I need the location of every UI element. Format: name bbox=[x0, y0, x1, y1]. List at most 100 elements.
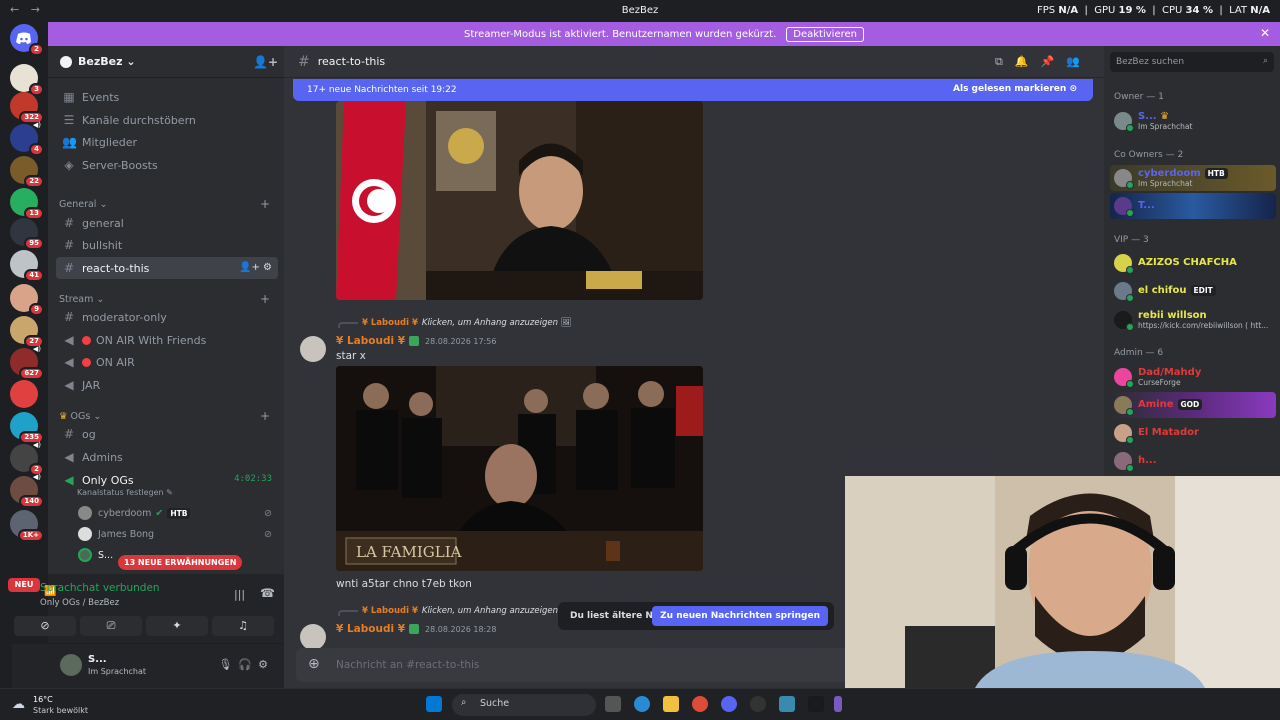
member-item[interactable]: El Matador bbox=[1110, 420, 1276, 446]
category-stream[interactable]: Stream ⌄ + bbox=[56, 291, 278, 307]
channel-moderator-only[interactable]: # moderator-only bbox=[56, 306, 278, 328]
channel-on-air[interactable]: ◀ ON AIR bbox=[56, 351, 278, 373]
search-input[interactable]: BezBez suchen ⌕ bbox=[1110, 52, 1274, 72]
channel-general[interactable]: # general bbox=[56, 212, 278, 234]
edge-icon[interactable] bbox=[634, 696, 650, 712]
app-icon[interactable] bbox=[834, 696, 842, 712]
server-icon[interactable]: 322 bbox=[10, 92, 44, 124]
task-view-icon[interactable] bbox=[605, 696, 621, 712]
server-icon[interactable]: ◀) 4 bbox=[10, 121, 44, 156]
server-icon[interactable]: 9 bbox=[10, 284, 44, 316]
member-item[interactable]: h... bbox=[1110, 448, 1276, 474]
message-author[interactable]: ¥ Laboudi ¥ 28.08.2026 18:28 bbox=[336, 623, 496, 635]
avatar[interactable] bbox=[60, 654, 82, 676]
server-icon[interactable]: 95 bbox=[10, 218, 44, 250]
close-icon[interactable]: ✕ bbox=[1260, 26, 1270, 40]
attachment-image[interactable] bbox=[336, 101, 703, 300]
noise-suppression-icon[interactable]: ||| bbox=[234, 588, 245, 601]
headset-icon[interactable]: 🎧 bbox=[238, 658, 258, 671]
new-mentions-pill[interactable]: 13 NEUE ERWÄHNUNGEN bbox=[118, 555, 243, 570]
server-icon[interactable]: 27 bbox=[10, 316, 44, 348]
webcam-overlay bbox=[845, 476, 1280, 688]
voice-user[interactable]: James Bong ⊘ bbox=[78, 524, 272, 544]
server-icon[interactable]: 1K+ bbox=[10, 510, 44, 542]
invite-icon[interactable]: 👤+ bbox=[253, 55, 278, 69]
discord-taskbar-icon[interactable] bbox=[721, 696, 737, 712]
channel-react-to-this[interactable]: # react-to-this 👤+ ⚙ bbox=[56, 257, 278, 279]
member-item[interactable]: T... bbox=[1110, 193, 1276, 219]
mic-icon[interactable]: 🎙 bbox=[218, 658, 238, 671]
guild-header[interactable]: BezBez ⌄ 👤+ bbox=[48, 46, 284, 78]
new-unreads-pill[interactable]: NEU bbox=[8, 578, 40, 592]
discord-home-icon[interactable]: 2 bbox=[10, 24, 44, 56]
channel-status[interactable]: Kanalstatus festlegen ✎ bbox=[77, 488, 173, 497]
channel-jar[interactable]: ◀ JAR bbox=[56, 374, 278, 396]
add-channel-icon[interactable]: + bbox=[260, 409, 270, 423]
threads-icon[interactable]: ⧉ bbox=[995, 55, 1015, 68]
camera-off-button[interactable]: ⊘ bbox=[14, 616, 76, 636]
weather-widget[interactable]: 16°C Stark bewölkt bbox=[33, 694, 88, 716]
category-ogs[interactable]: ♛ OGs ⌄ + bbox=[56, 408, 278, 424]
taskbar: ☁ 16°C Stark bewölkt ⌕ Suche bbox=[0, 688, 1280, 720]
channel-bullshit[interactable]: # bullshit bbox=[56, 234, 278, 256]
app-icon[interactable] bbox=[808, 696, 824, 712]
mark-as-read-button[interactable]: Als gelesen markieren ⊙ bbox=[953, 84, 1077, 94]
member-item[interactable]: Amine GOD bbox=[1110, 392, 1276, 418]
app-icon[interactable] bbox=[779, 696, 795, 712]
server-icon[interactable]: ◀) 140 bbox=[10, 473, 44, 508]
message-author[interactable]: ¥ Laboudi ¥ 28.08.2026 17:56 bbox=[336, 335, 496, 347]
reply-preview[interactable]: ¥ Laboudi ¥ Klicken, um Anhang anzuzeigen… bbox=[338, 318, 571, 328]
chrome-icon[interactable] bbox=[692, 696, 708, 712]
voice-user[interactable]: S... bbox=[78, 545, 113, 565]
server-icon[interactable]: 235 bbox=[10, 412, 44, 444]
file-explorer-icon[interactable] bbox=[663, 696, 679, 712]
voice-user[interactable]: cyberdoom ✔ HTB ⊘ bbox=[78, 503, 272, 523]
gear-icon[interactable]: ⚙ bbox=[258, 658, 274, 671]
windows-start-icon[interactable] bbox=[426, 696, 442, 712]
avatar[interactable] bbox=[300, 336, 326, 362]
nav-server-boosts[interactable]: ◈ Server-Boosts bbox=[56, 154, 278, 176]
channel-admins[interactable]: ◀ Admins bbox=[56, 446, 278, 468]
reply-preview[interactable]: ¥ Laboudi ¥ Klicken, um Anhang anzuzeigen… bbox=[338, 606, 571, 616]
add-channel-icon[interactable]: + bbox=[260, 197, 270, 211]
screen-share-button[interactable]: ⎚ bbox=[80, 616, 142, 636]
pin-icon[interactable]: 📌 bbox=[1041, 55, 1067, 68]
nav-browse-channels[interactable]: ☰ Kanäle durchstöbern bbox=[56, 109, 278, 131]
taskbar-search[interactable]: ⌕ Suche bbox=[452, 694, 596, 716]
plus-icon[interactable]: ⊕ bbox=[308, 656, 320, 672]
category-general[interactable]: General ⌄ + bbox=[56, 196, 278, 212]
obs-icon[interactable] bbox=[750, 696, 766, 712]
server-icon[interactable]: 41 bbox=[10, 250, 44, 282]
deactivate-button[interactable]: Deaktivieren bbox=[786, 26, 864, 42]
member-item[interactable]: S... ♛ Im Sprachchat bbox=[1110, 108, 1276, 134]
nav-events[interactable]: ▦ Events bbox=[56, 86, 278, 108]
server-icon[interactable]: ◀) 2 bbox=[10, 441, 44, 476]
channel-on-air-friends[interactable]: ◀ ON AIR With Friends bbox=[56, 329, 278, 351]
member-item[interactable]: cyberdoom HTB Im Sprachchat bbox=[1110, 165, 1276, 191]
add-channel-icon[interactable]: + bbox=[260, 292, 270, 306]
channel-settings-icon[interactable]: 👤+ ⚙ bbox=[239, 262, 272, 273]
member-item[interactable]: Dad/Mahdy CurseForge bbox=[1110, 364, 1276, 390]
new-messages-bar[interactable]: 17+ neue Nachrichten seit 19:22 Als gele… bbox=[293, 79, 1093, 101]
avatar[interactable] bbox=[300, 624, 326, 650]
server-icon[interactable]: 13 bbox=[10, 188, 44, 220]
voice-connected-title: Sprachchat verbunden bbox=[40, 582, 160, 594]
activities-button[interactable]: ✦ bbox=[146, 616, 208, 636]
member-name-text: S... bbox=[1138, 111, 1157, 122]
server-icon[interactable]: 3 bbox=[10, 64, 44, 96]
channel-og[interactable]: # og bbox=[56, 423, 278, 445]
jump-to-present-button[interactable]: Zu neuen Nachrichten springen bbox=[652, 606, 828, 626]
member-list-icon[interactable]: 👥 bbox=[1066, 55, 1092, 68]
bell-icon[interactable]: 🔔 bbox=[1015, 55, 1041, 68]
server-icon[interactable] bbox=[10, 380, 38, 408]
server-icon[interactable]: ◀) 627 bbox=[10, 345, 44, 380]
nav-members[interactable]: 👥 Mitglieder bbox=[56, 131, 278, 153]
member-item[interactable]: rebii willson https://kick.com/rebiiwills… bbox=[1110, 307, 1276, 333]
attachment-image[interactable]: LA FAMIGLIA bbox=[336, 366, 703, 571]
server-icon[interactable]: 22 bbox=[10, 156, 44, 188]
member-item[interactable]: AZIZOS CHAFCHA bbox=[1110, 250, 1276, 276]
soundboard-button[interactable]: ♫ bbox=[212, 616, 274, 636]
disconnect-icon[interactable]: ☎ bbox=[260, 586, 275, 600]
member-item[interactable]: el chifou EDIT bbox=[1110, 278, 1276, 304]
avatar bbox=[1114, 197, 1134, 217]
